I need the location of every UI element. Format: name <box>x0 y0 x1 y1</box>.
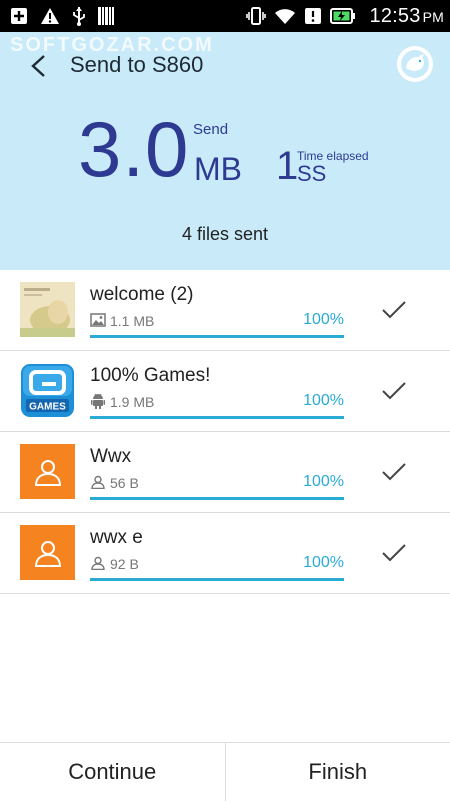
progress-bar <box>90 578 344 581</box>
usb-icon <box>72 6 86 26</box>
file-name: welcome (2) <box>90 284 193 306</box>
file-thumbnail <box>20 444 75 499</box>
files-sent-count: 4 files sent <box>0 224 450 245</box>
footer-actions: Continue Finish <box>0 742 450 801</box>
progress-percent: 100% <box>303 392 344 410</box>
add-box-icon <box>10 7 28 25</box>
transferred-size-value: 3.0 <box>78 110 189 188</box>
check-icon[interactable] <box>381 462 407 482</box>
list-item[interactable]: welcome (2) 1.1 MB 100% <box>0 270 450 351</box>
progress-fill <box>90 578 344 581</box>
image-icon <box>90 312 106 328</box>
back-button[interactable] <box>28 54 50 78</box>
transfer-summary-panel: SOFTGOZAR.COM Send to S860 3.0 Send MB 1… <box>0 32 450 270</box>
file-size: 1.1 MB <box>110 313 154 329</box>
contact-icon <box>33 538 63 568</box>
progress-percent: 100% <box>303 473 344 491</box>
person-icon <box>90 555 106 571</box>
barcode-icon <box>98 7 114 25</box>
alert-icon <box>304 7 322 25</box>
progress-fill <box>90 416 344 419</box>
check-icon[interactable] <box>381 300 407 320</box>
progress-percent: 100% <box>303 311 344 329</box>
games-app-icon: GAMES <box>20 363 75 418</box>
transferred-size-unit: MB <box>194 153 242 185</box>
continue-button[interactable]: Continue <box>0 743 225 801</box>
file-thumbnail <box>20 525 75 580</box>
file-name: wwx e <box>90 527 143 549</box>
send-label: Send <box>193 121 228 138</box>
file-size: 1.9 MB <box>110 394 154 410</box>
file-name: Wwx <box>90 446 131 468</box>
progress-bar <box>90 416 344 419</box>
list-item[interactable]: Wwx 56 B 100% <box>0 432 450 513</box>
status-time-value: 12:53 <box>370 5 421 27</box>
vibrate-icon <box>246 6 266 26</box>
finish-button[interactable]: Finish <box>226 743 450 801</box>
device-avatar[interactable] <box>397 46 433 82</box>
check-icon[interactable] <box>381 381 407 401</box>
file-thumbnail <box>20 282 75 337</box>
status-time-ampm: PM <box>423 9 444 25</box>
android-icon <box>90 393 106 409</box>
list-item[interactable]: wwx e 92 B 100% <box>0 513 450 594</box>
check-icon[interactable] <box>381 543 407 563</box>
progress-fill <box>90 497 344 500</box>
status-bar: 12:53PM <box>0 0 450 32</box>
battery-charging-icon <box>330 8 356 24</box>
file-size: 92 B <box>110 556 139 572</box>
contact-icon <box>33 457 63 487</box>
list-item[interactable]: GAMES 100% Games! 1.9 MB 100% <box>0 351 450 432</box>
file-thumbnail: GAMES <box>20 363 75 418</box>
avatar-bird-icon <box>397 46 433 82</box>
file-list: welcome (2) 1.1 MB 100% GAMES 100% Games… <box>0 270 450 594</box>
warning-icon <box>40 7 60 25</box>
page-title: Send to S860 <box>70 52 203 78</box>
progress-bar <box>90 335 344 338</box>
games-thumb-label: GAMES <box>29 402 66 413</box>
status-bar-left <box>10 6 114 26</box>
photo-thumbnail-image <box>20 282 75 337</box>
progress-fill <box>90 335 344 338</box>
progress-percent: 100% <box>303 554 344 572</box>
progress-bar <box>90 497 344 500</box>
status-time: 12:53PM <box>370 5 444 28</box>
file-size: 56 B <box>110 475 139 491</box>
wifi-icon <box>274 7 296 25</box>
elapsed-time-value: 1 <box>276 146 298 186</box>
file-name: 100% Games! <box>90 365 210 387</box>
elapsed-time-unit: SS <box>297 163 326 185</box>
chevron-left-icon <box>28 54 50 78</box>
person-icon <box>90 474 106 490</box>
status-bar-right: 12:53PM <box>246 4 444 28</box>
